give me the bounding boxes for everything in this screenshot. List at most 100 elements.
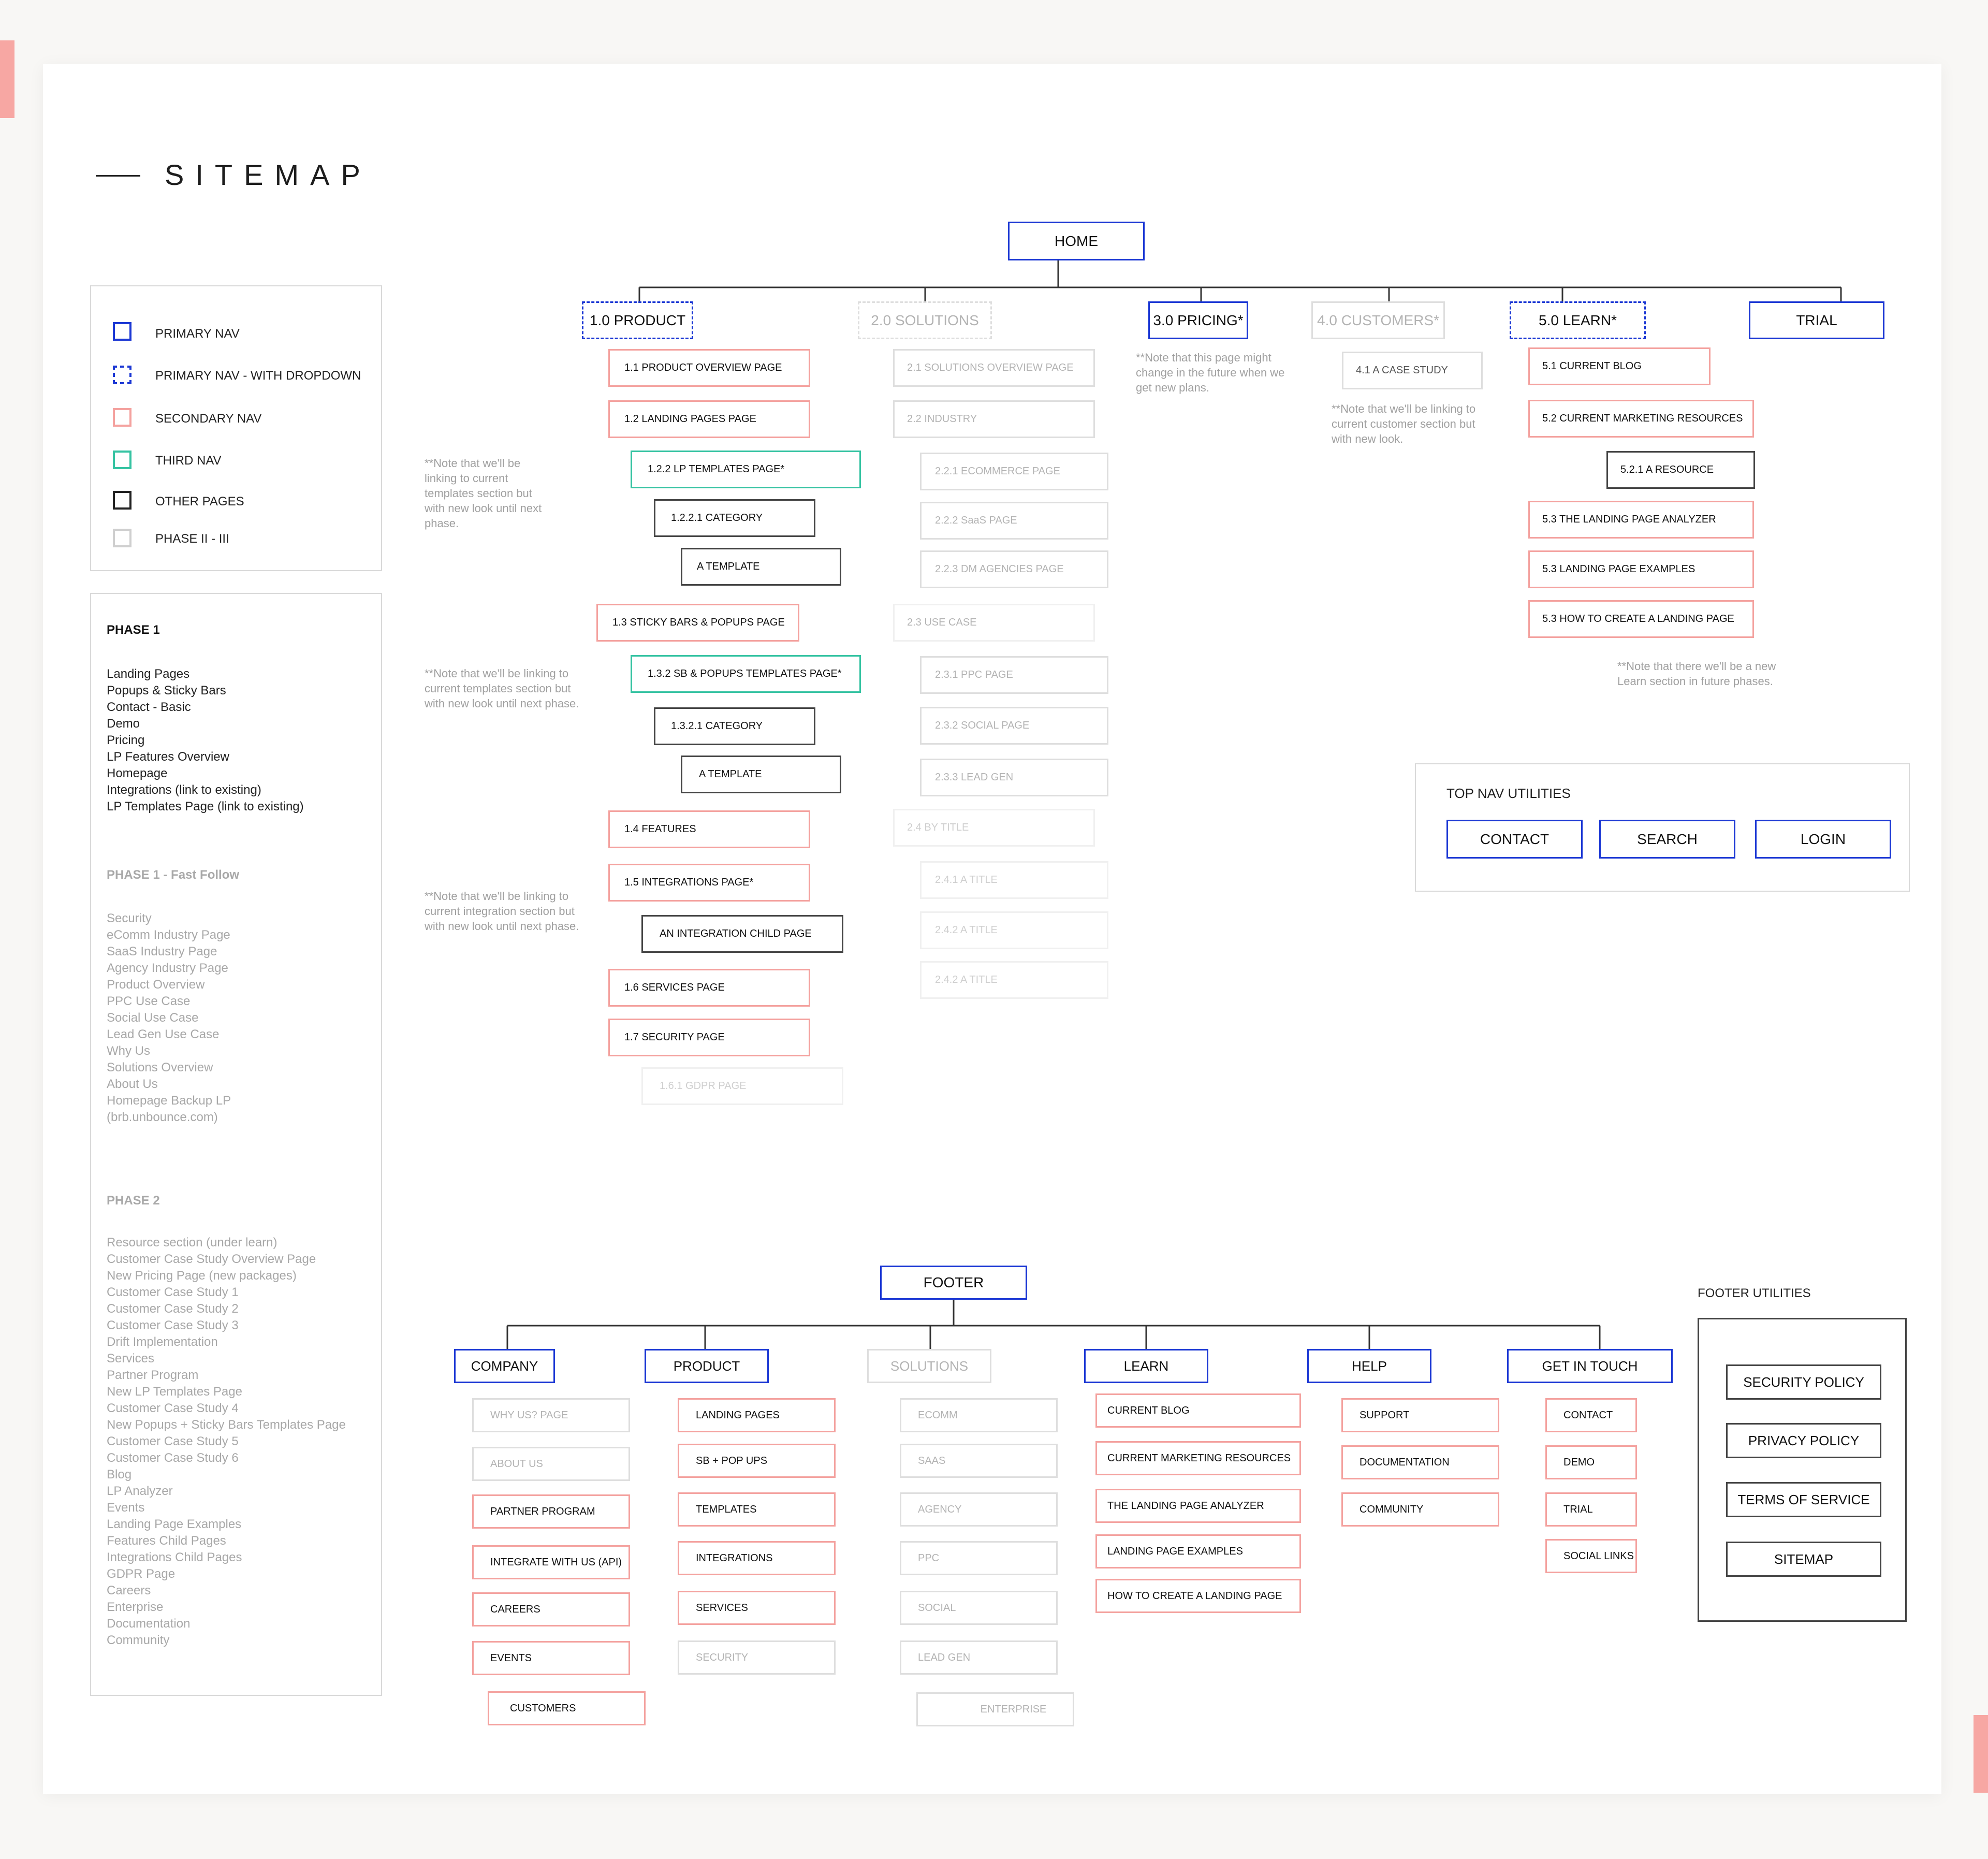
footer-saas-link[interactable]: SAAS (900, 1444, 1058, 1478)
sticky-bars-popups-page: 1.3 STICKY BARS & POPUPS PAGE (596, 604, 799, 642)
legend-other-pages: OTHER PAGES (155, 495, 244, 509)
footer-trial-link[interactable]: TRIAL (1545, 1492, 1637, 1527)
secondary-nav-swatch (113, 408, 131, 427)
nav-product: 1.0 PRODUCT (582, 301, 693, 339)
footer-privacy-policy-link[interactable]: PRIVACY POLICY (1726, 1423, 1881, 1458)
legend-third-nav: THIRD NAV (155, 454, 222, 468)
footer-lp-examples-link[interactable]: LANDING PAGE EXAMPLES (1095, 1534, 1301, 1568)
footer-landing-pages-link[interactable]: LANDING PAGES (678, 1398, 836, 1432)
integrations-page: 1.5 INTEGRATIONS PAGE* (608, 864, 810, 902)
footer-terms-of-service-link[interactable]: TERMS OF SERVICE (1726, 1482, 1881, 1517)
phase2-title: PHASE 2 (107, 1194, 160, 1208)
phase-2-3-swatch (113, 529, 131, 547)
nav-trial: TRIAL (1749, 301, 1884, 339)
footer-documentation-link[interactable]: DOCUMENTATION (1341, 1445, 1499, 1479)
footer-sitemap-link[interactable]: SITEMAP (1726, 1542, 1881, 1577)
primary-nav-swatch (113, 322, 131, 341)
features-page: 1.4 FEATURES (608, 810, 810, 848)
footer-social-links-link[interactable]: SOCIAL LINKS (1545, 1539, 1637, 1573)
a-resource-page: 5.2.1 A RESOURCE (1606, 451, 1755, 489)
solutions-overview-page: 2.1 SOLUTIONS OVERVIEW PAGE (893, 349, 1095, 387)
footer-about-us-link[interactable]: ABOUT US (472, 1447, 630, 1481)
footer-demo-link[interactable]: DEMO (1545, 1445, 1637, 1479)
legend-primary-nav-dropdown: PRIMARY NAV - WITH DROPDOWN (155, 369, 361, 383)
other-pages-swatch (113, 491, 131, 510)
footer-sb-popups-link[interactable]: SB + POP UPS (678, 1444, 836, 1478)
nav-pricing: 3.0 PRICING* (1148, 301, 1248, 339)
footer-learn: LEARN (1084, 1349, 1208, 1383)
case-study-page: 4.1 A CASE STUDY (1342, 352, 1483, 389)
phase1-title: PHASE 1 (107, 623, 160, 637)
integration-child-page: AN INTEGRATION CHILD PAGE (641, 915, 843, 953)
footer-agency-link[interactable]: AGENCY (900, 1492, 1058, 1527)
note-templates-2: **Note that we'll be linking to current … (425, 667, 579, 710)
footer-ecomm-link[interactable]: ECOMM (900, 1398, 1058, 1432)
saas-page: 2.2.2 SaaS PAGE (920, 502, 1108, 540)
legend-primary-nav: PRIMARY NAV (155, 327, 240, 341)
footer-current-blog-link[interactable]: CURRENT BLOG (1095, 1393, 1301, 1428)
lead-gen-page: 2.3.3 LEAD GEN (920, 759, 1108, 796)
social-page: 2.3.2 SOCIAL PAGE (920, 707, 1108, 745)
services-page: 1.6 SERVICES PAGE (608, 969, 810, 1007)
gdpr-page: 1.6.1 GDPR PAGE (641, 1067, 843, 1105)
footer-security-link[interactable]: SECURITY (678, 1640, 836, 1675)
footer-customers-link[interactable]: CUSTOMERS (488, 1691, 646, 1725)
title-page-1: 2.4.1 A TITLE (920, 861, 1108, 899)
footer-company: COMPANY (454, 1349, 555, 1383)
footer-security-policy-link[interactable]: SECURITY POLICY (1726, 1364, 1881, 1400)
sb-template-item: A TEMPLATE (681, 756, 841, 793)
footer-partner-program-link[interactable]: PARTNER PROGRAM (472, 1494, 630, 1529)
nav-solutions: 2.0 SOLUTIONS (858, 301, 992, 339)
phase1-fast-follow-title: PHASE 1 - Fast Follow (107, 868, 240, 882)
footer-get-in-touch: GET IN TOUCH (1507, 1349, 1673, 1383)
security-page: 1.7 SECURITY PAGE (608, 1019, 810, 1056)
product-overview-page: 1.1 PRODUCT OVERVIEW PAGE (608, 349, 810, 387)
lp-templates-page: 1.2.2 LP TEMPLATES PAGE* (631, 451, 861, 488)
footer-lp-analyzer-link[interactable]: THE LANDING PAGE ANALYZER (1095, 1489, 1301, 1523)
third-nav-swatch (113, 451, 131, 469)
sb-popups-templates-page: 1.3.2 SB & POPUPS TEMPLATES PAGE* (631, 655, 861, 693)
footer-why-us-link[interactable]: WHY US? PAGE (472, 1398, 630, 1432)
utility-login: LOGIN (1755, 820, 1891, 859)
nav-learn: 5.0 LEARN* (1510, 301, 1646, 339)
note-learn: **Note that there we'll be a new Learn s… (1617, 660, 1776, 688)
landing-page-analyzer: 5.3 THE LANDING PAGE ANALYZER (1528, 501, 1754, 539)
footer-lead-gen-link[interactable]: LEAD GEN (900, 1640, 1058, 1675)
lp-template-item: A TEMPLATE (681, 548, 841, 586)
sb-templates-category: 1.3.2.1 CATEGORY (654, 707, 815, 745)
primary-nav-dropdown-swatch (113, 366, 131, 384)
phase2-list: Resource section (under learn) Customer … (107, 1236, 346, 1647)
footer-ppc-link[interactable]: PPC (900, 1541, 1058, 1575)
footer-contact-link[interactable]: CONTACT (1545, 1398, 1637, 1432)
home-node: HOME (1008, 222, 1145, 260)
nav-customers: 4.0 CUSTOMERS* (1311, 301, 1445, 339)
footer-support-link[interactable]: SUPPORT (1341, 1398, 1499, 1432)
footer-social-link[interactable]: SOCIAL (900, 1591, 1058, 1625)
title-page-3: 2.4.2 A TITLE (920, 961, 1108, 999)
current-blog-page: 5.1 CURRENT BLOG (1528, 347, 1711, 385)
footer-careers-link[interactable]: CAREERS (472, 1592, 630, 1626)
footer-product: PRODUCT (645, 1349, 769, 1383)
footer-enterprise-link[interactable]: ENTERPRISE (916, 1692, 1074, 1726)
footer-services-link[interactable]: SERVICES (678, 1591, 836, 1625)
footer-solutions: SOLUTIONS (867, 1349, 991, 1383)
footer-templates-link[interactable]: TEMPLATES (678, 1492, 836, 1527)
footer-community-link[interactable]: COMMUNITY (1341, 1492, 1499, 1527)
note-integration: **Note that we'll be linking to current … (425, 890, 579, 933)
note-customers: **Note that we'll be linking to current … (1332, 402, 1476, 445)
how-to-create-landing-page: 5.3 HOW TO CREATE A LANDING PAGE (1528, 600, 1754, 638)
lp-templates-category: 1.2.2.1 CATEGORY (654, 499, 815, 537)
legend-secondary-nav: SECONDARY NAV (155, 412, 262, 426)
footer-marketing-resources-link[interactable]: CURRENT MARKETING RESOURCES (1095, 1441, 1301, 1475)
ecommerce-page: 2.2.1 ECOMMERCE PAGE (920, 453, 1108, 490)
utility-contact: CONTACT (1446, 820, 1583, 859)
footer-how-to-create-link[interactable]: HOW TO CREATE A LANDING PAGE (1095, 1579, 1301, 1613)
legend-phase-2-3: PHASE II - III (155, 532, 229, 546)
note-templates: **Note that we'll be linking to current … (425, 457, 542, 530)
footer-root: FOOTER (880, 1266, 1027, 1300)
phase1-fast-follow-list: Security eComm Industry Page SaaS Indust… (107, 911, 231, 1124)
footer-integrate-api-link[interactable]: INTEGRATE WITH US (API) (472, 1545, 630, 1579)
footer-integrations-link[interactable]: INTEGRATIONS (678, 1541, 836, 1575)
dm-agencies-page: 2.2.3 DM AGENCIES PAGE (920, 550, 1108, 588)
footer-events-link[interactable]: EVENTS (472, 1641, 630, 1675)
